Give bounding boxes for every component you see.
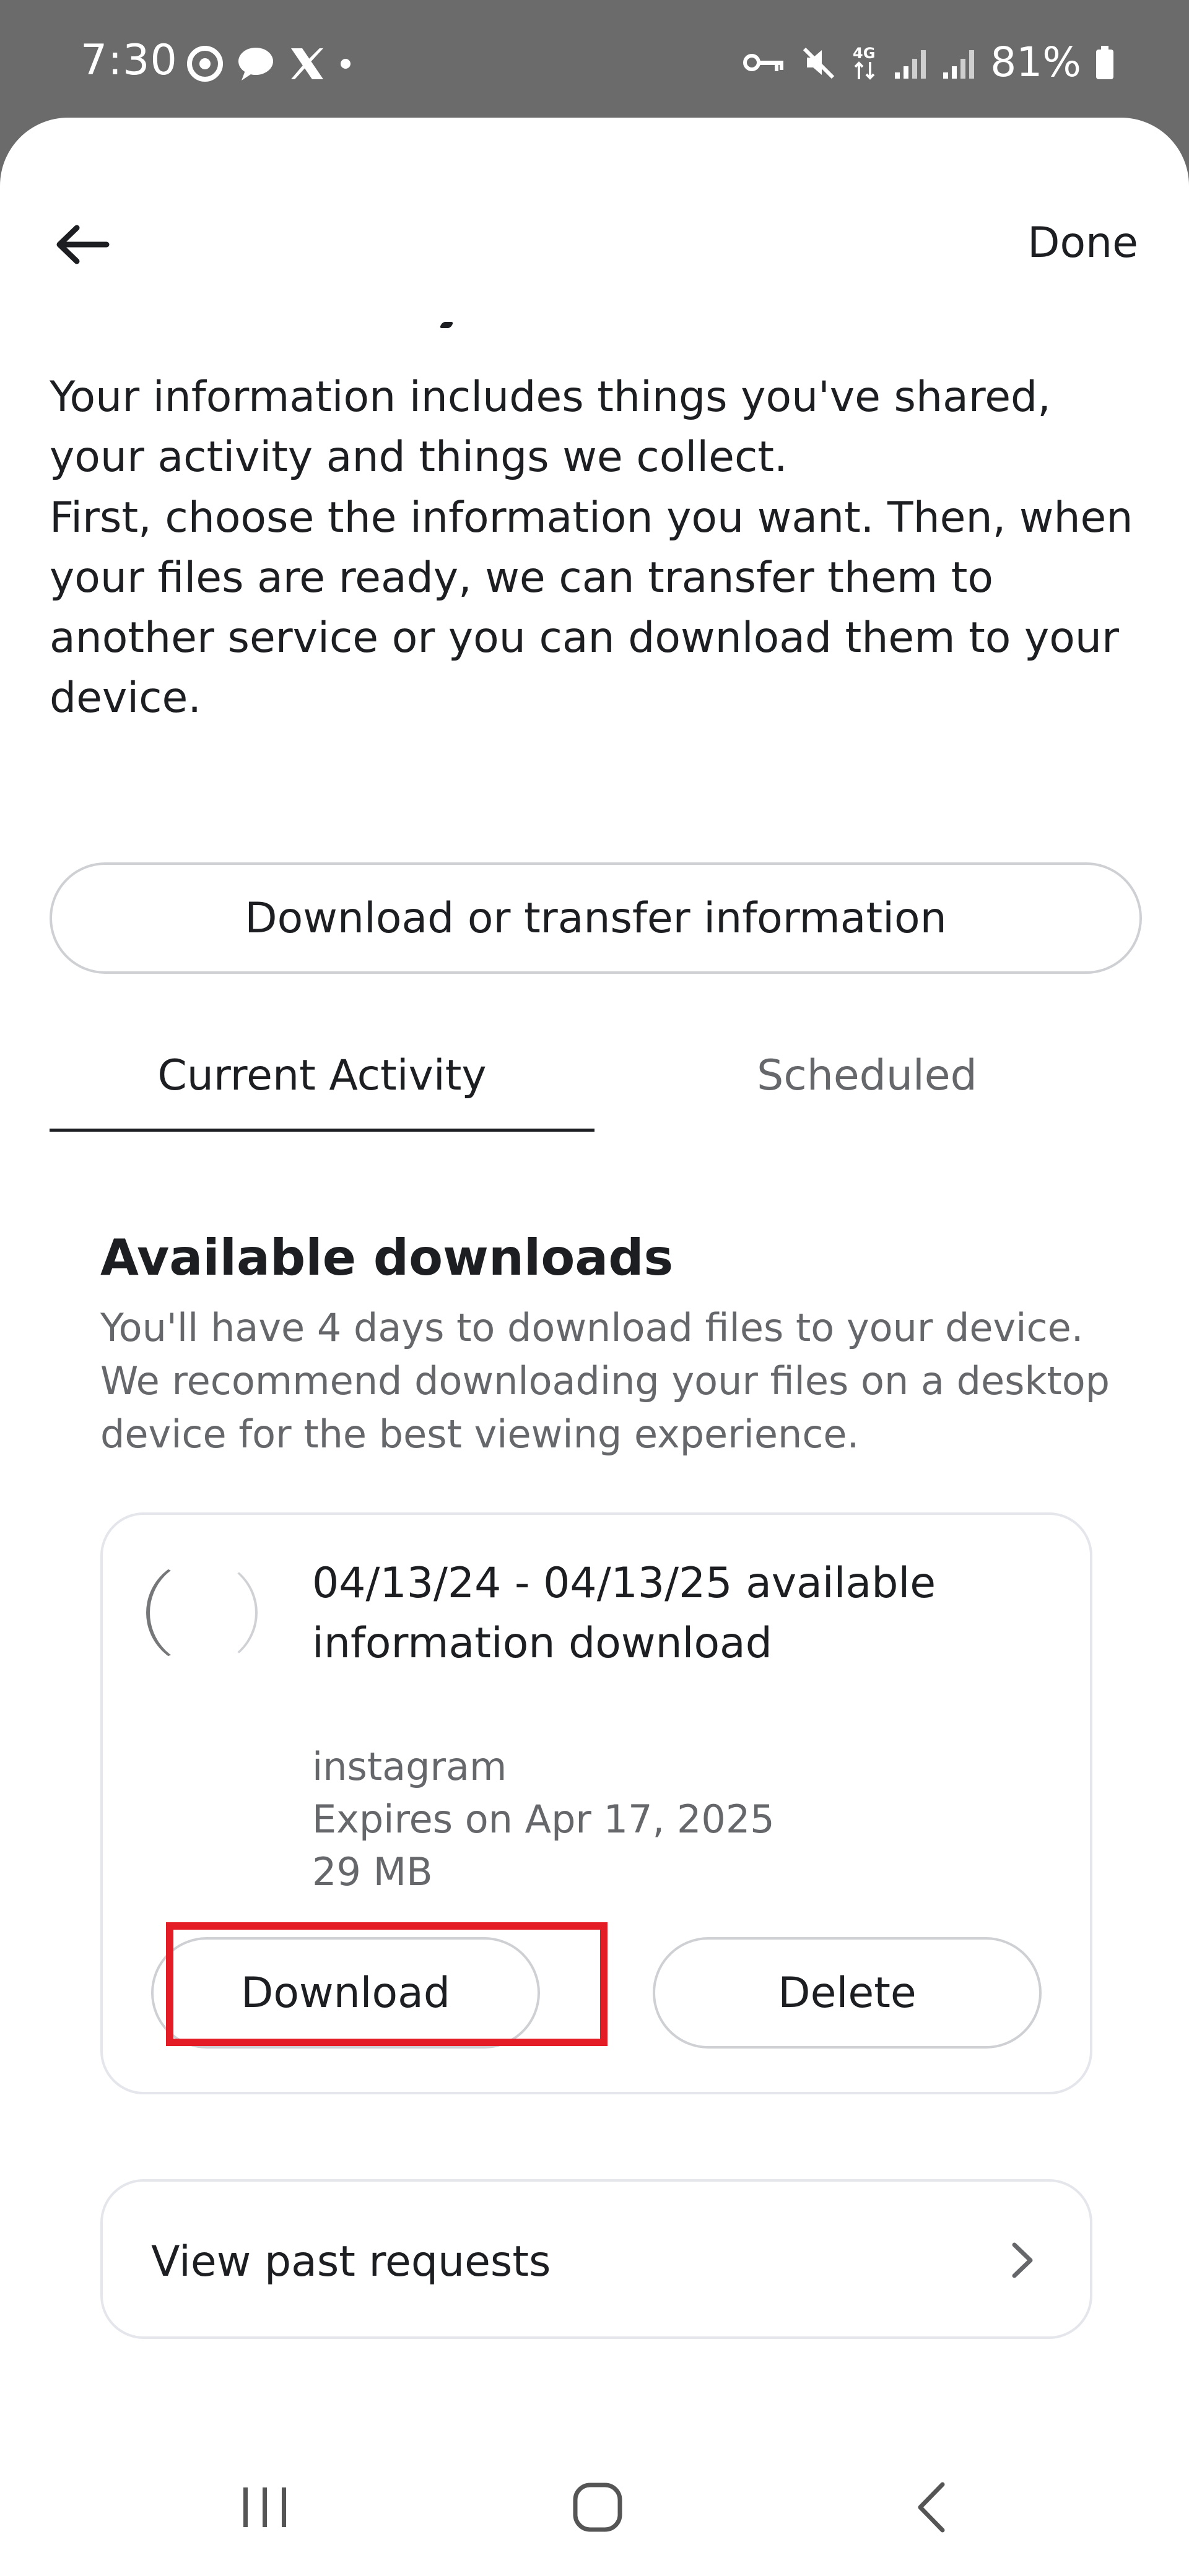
- download-highlight-box: [166, 1922, 608, 2046]
- done-button[interactable]: Done: [1027, 219, 1138, 267]
- card-title: 04/13/24 - 04/13/25 available informatio…: [312, 1559, 936, 1668]
- available-downloads-title: Available downloads: [100, 1229, 674, 1286]
- status-bar: 7:30 4G 81%: [0, 0, 1189, 124]
- chevron-left-icon: [918, 2482, 945, 2533]
- recents-button[interactable]: [216, 2470, 315, 2544]
- back-button[interactable]: [48, 210, 116, 279]
- status-time: 7:30: [81, 36, 178, 85]
- clipped-title-fragment: [439, 322, 454, 328]
- recents-icon: [243, 2487, 286, 2527]
- notification-dot-icon: [339, 58, 352, 70]
- tab-scheduled[interactable]: Scheduled: [594, 1021, 1139, 1129]
- vpn-key-icon: [743, 50, 786, 75]
- mute-icon: [799, 44, 837, 81]
- svg-text:4G: 4G: [853, 45, 875, 62]
- activity-tabs: Current Activity Scheduled: [50, 1021, 1139, 1133]
- delete-button[interactable]: Delete: [653, 1937, 1042, 2049]
- chat-icon: [237, 46, 275, 82]
- intro-paragraph-1: Your information includes things you've …: [50, 373, 1051, 482]
- status-left-icons: [187, 46, 352, 82]
- back-arrow-icon: [56, 225, 110, 264]
- battery-icon: [1095, 45, 1115, 80]
- card-expiry: Expires on Apr 17, 2025: [312, 1797, 775, 1842]
- download-or-transfer-button[interactable]: Download or transfer information: [50, 862, 1142, 974]
- chevron-right-icon: [1007, 2239, 1038, 2284]
- view-past-requests-label: View past requests: [151, 2237, 551, 2286]
- view-past-requests-row[interactable]: View past requests: [100, 2179, 1092, 2339]
- system-nav-bar: [0, 2445, 1189, 2576]
- card-avatar: [146, 1558, 258, 1667]
- home-icon: [573, 2483, 622, 2532]
- active-tab-indicator: [50, 1129, 594, 1132]
- x-icon: [289, 46, 326, 82]
- battery-percent: 81%: [990, 38, 1081, 86]
- system-back-button[interactable]: [882, 2470, 982, 2544]
- available-downloads-description: You'll have 4 days to download files to …: [100, 1305, 1110, 1457]
- 4g-icon: 4G: [850, 43, 880, 82]
- status-right-icons: 4G 81%: [743, 38, 1115, 86]
- tab-current-activity[interactable]: Current Activity: [50, 1021, 594, 1129]
- card-app: instagram: [312, 1744, 507, 1789]
- intro-paragraph-2: First, choose the information you want. …: [50, 493, 1133, 722]
- signal-icon: [942, 45, 977, 80]
- card-size: 29 MB: [312, 1849, 433, 1894]
- home-button[interactable]: [548, 2470, 647, 2544]
- chrome-icon: [187, 46, 223, 82]
- signal-icon: [894, 45, 928, 80]
